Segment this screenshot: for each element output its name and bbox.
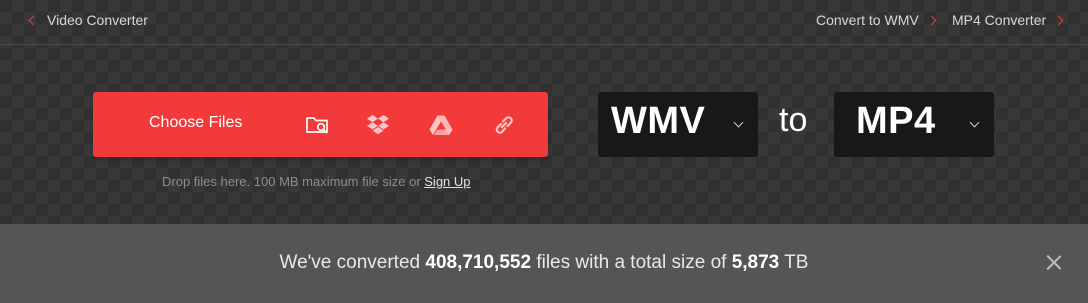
chevron-left-icon — [28, 15, 39, 25]
mp4-converter-link[interactable]: MP4 Converter — [952, 12, 1064, 28]
files-count: 408,710,552 — [425, 252, 532, 273]
mp4-converter-link-label: MP4 Converter — [952, 12, 1047, 28]
stats-prefix: We've converted — [279, 252, 426, 273]
chevron-right-icon — [1053, 15, 1064, 25]
close-icon[interactable] — [1045, 253, 1063, 271]
video-converter-link-label: Video Converter — [47, 12, 148, 28]
chevron-down-icon — [969, 117, 980, 128]
source-format-select[interactable]: WMV — [598, 92, 758, 157]
video-converter-link[interactable]: Video Converter — [27, 12, 148, 28]
link-icon[interactable] — [491, 112, 517, 138]
top-navigation: Video Converter Convert to WMV MP4 Conve… — [0, 0, 1088, 45]
stats-banner: We've converted 408,710,552 files with a… — [0, 224, 1088, 303]
size-unit: TB — [779, 252, 809, 273]
target-format-value: MP4 — [856, 100, 936, 142]
source-format-value: WMV — [611, 100, 706, 142]
drop-hint: Drop files here. 100 MB maximum file siz… — [162, 174, 471, 189]
stats-middle: files with a total size of — [531, 252, 732, 273]
chevron-right-icon — [926, 15, 937, 25]
choose-files-bar[interactable]: Choose Files — [93, 92, 548, 157]
google-drive-icon[interactable] — [428, 112, 454, 138]
target-format-select[interactable]: MP4 — [834, 92, 994, 157]
dropbox-icon[interactable] — [365, 112, 391, 138]
chevron-down-icon — [733, 117, 744, 128]
choose-files-button[interactable]: Choose Files — [149, 114, 242, 132]
convert-to-wmv-link[interactable]: Convert to WMV — [816, 12, 937, 28]
convert-to-wmv-link-label: Convert to WMV — [816, 12, 919, 28]
total-size: 5,873 — [731, 252, 780, 273]
sign-up-link[interactable]: Sign Up — [424, 174, 470, 189]
stats-text: We've converted 408,710,552 files with a… — [0, 252, 1088, 274]
to-label: to — [779, 101, 808, 139]
drop-hint-text: Drop files here. 100 MB maximum file siz… — [162, 174, 425, 189]
folder-search-icon[interactable] — [305, 112, 331, 138]
